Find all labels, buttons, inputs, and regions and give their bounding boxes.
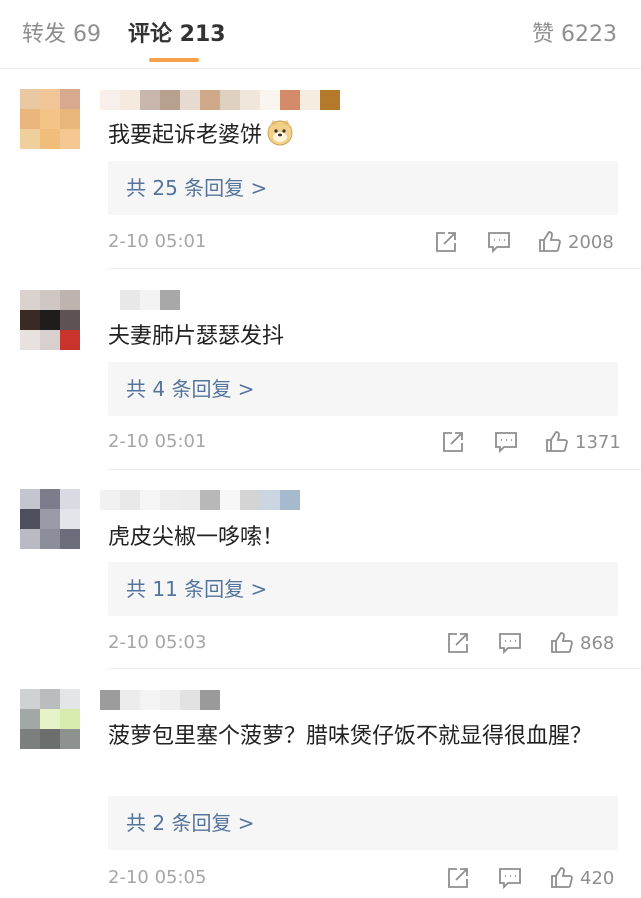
divider xyxy=(108,268,641,269)
like-count: 868 xyxy=(580,632,615,654)
reply-button[interactable] xyxy=(487,229,511,255)
comment-icon xyxy=(495,432,517,454)
avatar[interactable] xyxy=(20,290,80,350)
like-count: 1371 xyxy=(575,431,621,453)
share-icon xyxy=(448,633,468,653)
comment-text-content: 虎皮尖椒一哆嗦！ xyxy=(108,525,285,550)
repost-button[interactable] xyxy=(434,229,458,255)
share-icon xyxy=(436,232,456,252)
doge-icon xyxy=(266,118,294,156)
comment-time: 2-10 05:01 xyxy=(108,431,207,452)
like-button[interactable]: 2008 xyxy=(538,229,614,255)
avatar[interactable] xyxy=(20,489,80,549)
view-replies-link[interactable]: 共 4 条回复 > xyxy=(126,374,255,404)
repost-button[interactable] xyxy=(446,865,470,891)
comment-text-content: 菠萝包里塞个菠萝？腊味煲仔饭不就显得很血腥？ xyxy=(108,724,593,749)
avatar[interactable] xyxy=(20,689,80,749)
comment-text: 我要起诉老婆饼 xyxy=(108,118,608,156)
divider xyxy=(108,668,641,669)
thumbs-up-icon xyxy=(539,231,561,252)
comment-text: 夫妻肺片瑟瑟发抖 xyxy=(108,320,608,353)
comment-time: 2-10 05:05 xyxy=(108,867,207,888)
reply-box[interactable]: 共 4 条回复 > xyxy=(108,362,618,416)
username-masked[interactable] xyxy=(100,290,180,310)
reply-button[interactable] xyxy=(498,865,522,891)
active-tab-indicator xyxy=(149,58,199,62)
share-icon xyxy=(443,432,463,452)
like-button[interactable]: 420 xyxy=(550,865,614,891)
like-count: 420 xyxy=(580,867,615,889)
avatar[interactable] xyxy=(20,89,80,149)
share-icon xyxy=(448,868,468,888)
reply-box[interactable]: 共 11 条回复 > xyxy=(108,562,618,616)
tab-comments[interactable]: 评论 213 xyxy=(128,20,226,50)
like-button[interactable]: 868 xyxy=(550,630,614,656)
comment-text: 菠萝包里塞个菠萝？腊味煲仔饭不就显得很血腥？ xyxy=(108,720,598,753)
repost-button[interactable] xyxy=(441,429,465,455)
repost-button[interactable] xyxy=(446,630,470,656)
divider xyxy=(108,469,641,470)
like-button[interactable]: 1371 xyxy=(545,429,621,455)
comment-text-content: 夫妻肺片瑟瑟发抖 xyxy=(108,324,285,349)
thumbs-up-icon xyxy=(551,632,573,653)
tab-likes[interactable]: 赞 6223 xyxy=(532,20,617,50)
thumbs-up-icon xyxy=(546,431,568,452)
reply-button[interactable] xyxy=(498,630,522,656)
view-replies-link[interactable]: 共 2 条回复 > xyxy=(126,808,255,838)
comment-text: 虎皮尖椒一哆嗦！ xyxy=(108,521,608,554)
view-replies-link[interactable]: 共 25 条回复 > xyxy=(126,173,267,203)
comment-time: 2-10 05:01 xyxy=(108,231,207,252)
comment-icon xyxy=(499,633,521,655)
reply-button[interactable] xyxy=(494,429,518,455)
comment-text-content: 我要起诉老婆饼 xyxy=(108,123,263,148)
comment-icon xyxy=(499,868,521,890)
view-replies-link[interactable]: 共 11 条回复 > xyxy=(126,574,267,604)
username-masked[interactable] xyxy=(100,90,340,110)
tab-repost[interactable]: 转发 69 xyxy=(22,20,101,50)
username-masked[interactable] xyxy=(100,690,220,710)
username-masked[interactable] xyxy=(100,490,300,510)
comment-icon xyxy=(488,232,510,254)
reply-box[interactable]: 共 2 条回复 > xyxy=(108,796,618,850)
comment-tabs: 转发 69 评论 213 赞 6223 xyxy=(0,0,641,69)
comment-time: 2-10 05:03 xyxy=(108,632,207,653)
reply-box[interactable]: 共 25 条回复 > xyxy=(108,161,618,215)
like-count: 2008 xyxy=(568,231,614,253)
thumbs-up-icon xyxy=(551,867,573,888)
